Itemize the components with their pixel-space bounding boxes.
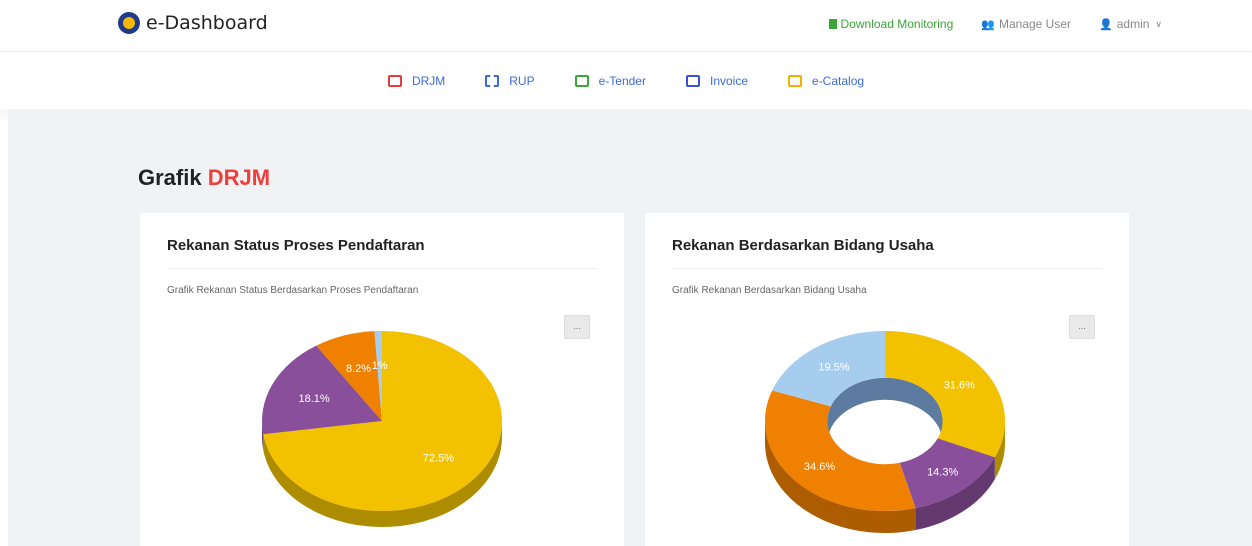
document-icon [574,75,589,87]
nav-item-drjm[interactable]: DRJM [387,74,446,88]
nav-item-label: DRJM [411,74,446,88]
nav-item-e-tender[interactable]: e-Tender [574,74,646,88]
chart-menu-button[interactable]: ... [564,315,590,339]
chart-card-status-proses: Rekanan Status Proses Pendaftaran Grafik… [140,213,624,546]
donut-chart: 31.6% 14.3% 34.6% 19.5% [765,331,1005,533]
pie-data-label: 19.5% [818,362,849,374]
nav-item-label: e-Tender [598,74,646,88]
pie-data-label: 72.5% [423,452,454,464]
pie-data-label: 1% [372,360,388,372]
pie-data-label: 31.6% [944,380,975,392]
chart-menu-button[interactable]: ... [1069,315,1095,339]
user-icon: 👤 [1099,18,1113,31]
pie-data-label: 14.3% [927,467,958,479]
file-icon [828,19,837,29]
manage-user-label: Manage User [998,17,1072,31]
presentation-icon [387,75,402,87]
nav-item-rup[interactable]: RUP [485,74,535,88]
nav-item-label: RUP [509,74,535,88]
brand-logo[interactable]: e-Dashboard [118,12,268,34]
top-header: e-Dashboard Download Monitoring 👥 Manage… [0,0,1252,52]
manage-user-link[interactable]: 👥 Manage User [981,17,1071,31]
nav-item-invoice[interactable]: Invoice [685,74,749,88]
document-icon [788,75,803,87]
user-name: admin [1116,17,1150,31]
logo-icon [118,12,140,34]
module-nav: DRJM RUP e-Tender Invoice e-Catalog [0,53,1252,109]
document-icon [685,75,700,87]
pie-data-label: 18.1% [299,393,330,405]
page-title-accent: DRJM [207,165,271,190]
header-actions: Download Monitoring 👥 Manage User 👤 admi… [828,17,1162,31]
chevron-down-icon: ∨ [1155,18,1162,29]
pie-data-label: 34.6% [804,461,835,473]
nav-item-label: Invoice [709,74,749,88]
pie-chart: 72.5% 18.1% 8.2% 1% [262,331,503,528]
brand-name: e-Dashboard [146,12,268,34]
grid-icon [485,75,500,87]
nav-item-label: e-Catalog [812,74,865,88]
nav-item-e-catalog[interactable]: e-Catalog [788,74,864,88]
download-monitoring-label: Download Monitoring [840,17,954,31]
users-icon: 👥 [981,18,995,31]
page-title-prefix: Grafik [138,165,202,190]
chart-card-bidang-usaha: Rekanan Berdasarkan Bidang Usaha Grafik … [645,213,1129,546]
download-monitoring-link[interactable]: Download Monitoring [828,17,954,31]
user-menu[interactable]: 👤 admin ∨ [1099,17,1162,31]
pie-data-label: 8.2% [346,363,371,375]
page-title: Grafik DRJM [138,165,270,191]
